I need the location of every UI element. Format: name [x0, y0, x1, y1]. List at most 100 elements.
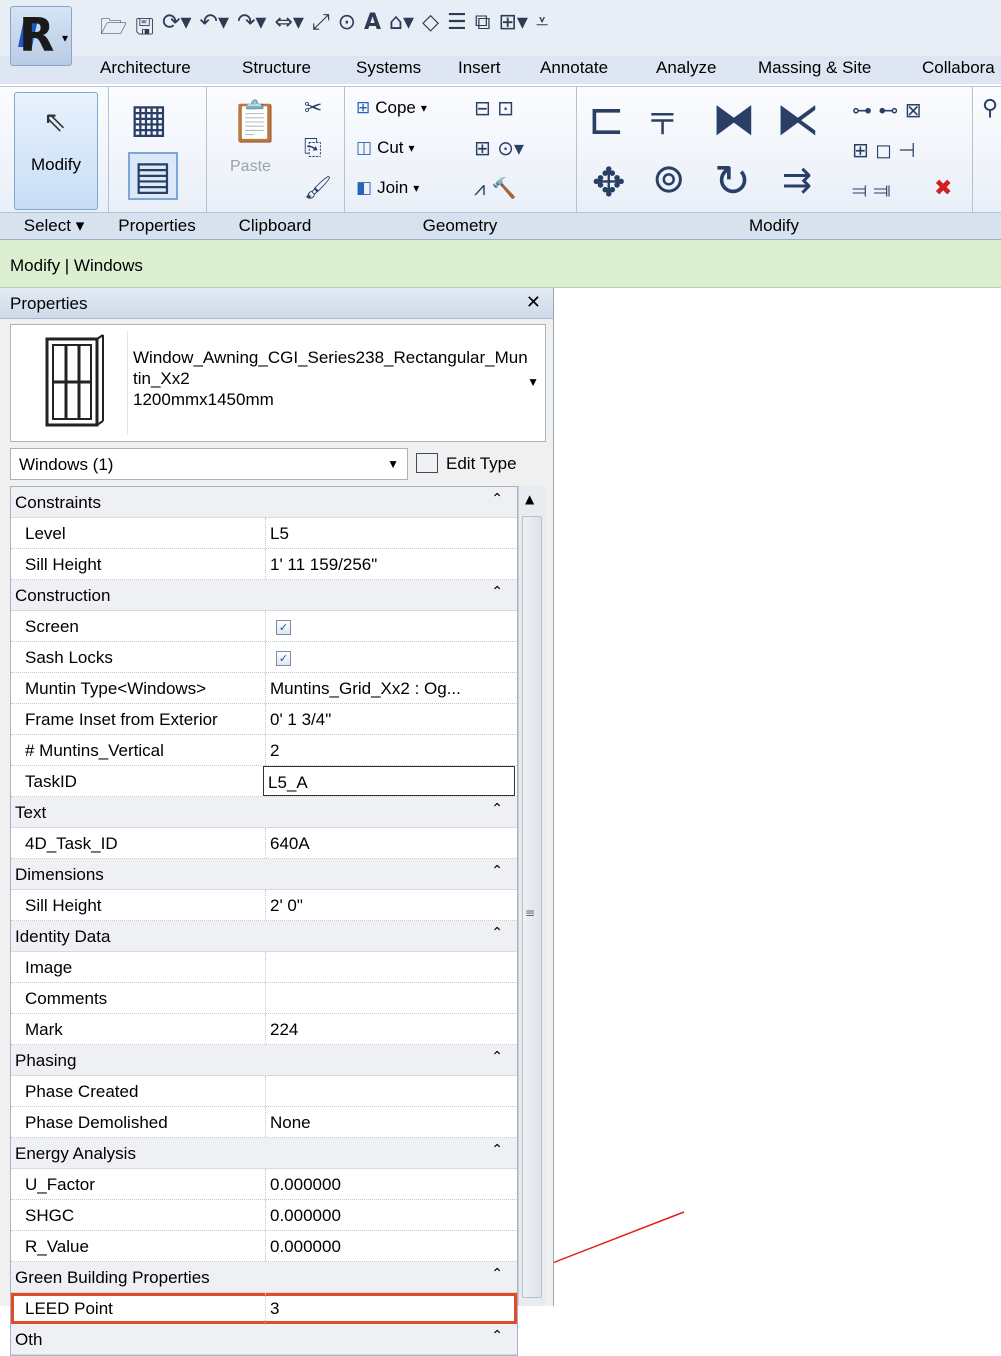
wall-joins-icon[interactable]: ⊟ ⊡ — [474, 96, 514, 120]
properties-title-bar[interactable]: Properties ✕ — [0, 288, 553, 319]
property-row[interactable]: Phase Demolished None — [11, 1107, 517, 1138]
property-row[interactable]: R_Value 0.000000 — [11, 1231, 517, 1262]
property-row[interactable]: U_Factor 0.000000 — [11, 1169, 517, 1200]
section-icon[interactable]: ◇ — [422, 10, 439, 48]
property-value-cell[interactable]: 0.000000 — [265, 1169, 517, 1199]
property-value-cell[interactable] — [265, 952, 517, 982]
property-row[interactable]: Comments — [11, 983, 517, 1014]
collapse-icon[interactable]: ⌃ — [491, 863, 503, 879]
property-value-cell[interactable]: ✓ — [265, 611, 517, 641]
property-row[interactable]: LEED Point 3 — [11, 1293, 517, 1324]
tab-structure[interactable]: Structure — [242, 58, 311, 78]
tab-massing-site[interactable]: Massing & Site — [758, 58, 871, 78]
view-icon[interactable]: ⚲ — [982, 96, 998, 121]
dimension-icon[interactable]: ⤢ — [312, 10, 330, 48]
application-menu-button[interactable]: R ▾ — [10, 6, 72, 66]
scroll-up-icon[interactable]: ▲ — [525, 492, 534, 506]
rotate-icon[interactable]: ↻ — [714, 156, 751, 207]
property-row[interactable]: Level L5 — [11, 518, 517, 549]
cut-clipboard-icon[interactable]: ✂ — [304, 96, 322, 121]
property-row[interactable]: Screen ✓ — [11, 611, 517, 642]
property-scrollbar[interactable]: ▲ ≡ — [518, 486, 545, 1306]
3d-view-icon[interactable]: ⌂▾ — [389, 10, 414, 48]
property-group-header[interactable]: Green Building Properties ⌃ — [11, 1262, 517, 1293]
property-group-header[interactable]: Construction ⌃ — [11, 580, 517, 611]
match-properties-icon[interactable]: 🖌 — [304, 176, 332, 201]
copy-element-icon[interactable]: ⊚ — [652, 156, 686, 202]
measure-icon[interactable]: ⇔▾ — [274, 10, 303, 48]
tag-icon[interactable]: ⊙ — [338, 10, 356, 48]
tab-collaborate[interactable]: Collabora — [922, 58, 995, 78]
property-row[interactable]: Muntin Type<Windows> Muntins_Grid_Xx2 : O… — [11, 673, 517, 704]
property-value-cell[interactable]: 2' 0" — [265, 890, 517, 920]
modify-button[interactable]: ⇖ Modify — [14, 92, 98, 210]
mirror-pick-axis-icon[interactable]: ⧓ — [712, 94, 756, 145]
property-row[interactable]: Image — [11, 952, 517, 983]
property-group-header[interactable]: Identity Data ⌃ — [11, 921, 517, 952]
sync-icon[interactable]: ⟳▾ — [162, 10, 191, 48]
property-row[interactable]: Sill Height 2' 0" — [11, 890, 517, 921]
offset-icon[interactable]: ⫧ — [650, 94, 675, 145]
thin-lines-icon[interactable]: ☰ — [447, 10, 467, 48]
property-value-cell[interactable]: 3 — [265, 1293, 517, 1323]
property-value-cell[interactable]: 224 — [265, 1014, 517, 1044]
property-row[interactable]: Mark 224 — [11, 1014, 517, 1045]
collapse-icon[interactable]: ⌃ — [491, 491, 503, 507]
contextual-tab-label[interactable]: Modify | Windows — [10, 256, 143, 276]
property-value-cell[interactable]: L5_A — [263, 766, 515, 796]
property-value-cell[interactable]: 0.000000 — [265, 1200, 517, 1230]
type-properties-icon[interactable]: ▦ — [130, 96, 168, 142]
property-group-header[interactable]: Energy Analysis ⌃ — [11, 1138, 517, 1169]
property-row[interactable]: 4D_Task_ID 640A — [11, 828, 517, 859]
instance-filter-dropdown[interactable]: Windows (1) ▼ — [10, 448, 408, 480]
property-row[interactable]: Sash Locks ✓ — [11, 642, 517, 673]
property-value-cell[interactable]: 2 — [265, 735, 517, 765]
pin-icon[interactable]: ⫤ ⫥ — [852, 178, 891, 202]
properties-toggle-icon[interactable]: ▤ — [128, 152, 178, 200]
property-value-cell[interactable]: Muntins_Grid_Xx2 : Og... — [265, 673, 517, 703]
tab-architecture[interactable]: Architecture — [100, 58, 191, 78]
open-icon[interactable]: 🗁 — [100, 10, 127, 48]
tab-annotate[interactable]: Annotate — [540, 58, 608, 78]
property-row[interactable]: Frame Inset from Exterior 0' 1 3/4" — [11, 704, 517, 735]
collapse-icon[interactable]: ⌃ — [491, 925, 503, 941]
array-icon[interactable]: ⊞ ◻ ⊣ — [852, 138, 916, 162]
undo-icon[interactable]: ↶▾ — [200, 10, 229, 48]
save-icon[interactable]: 🖫 — [135, 10, 154, 48]
switch-windows-icon[interactable]: ⊞▾ — [498, 10, 527, 48]
delete-icon[interactable]: ✖ — [934, 176, 952, 201]
close-icon[interactable]: ✕ — [526, 292, 541, 313]
collapse-icon[interactable]: ⌃ — [491, 801, 503, 817]
align-icon[interactable]: ⊏ — [588, 94, 625, 145]
property-value-cell[interactable]: 640A — [265, 828, 517, 858]
property-value-cell[interactable]: L5 — [265, 518, 517, 548]
property-row[interactable]: TaskID L5_A — [11, 766, 517, 797]
trim-extend-icon[interactable]: ⇉ — [782, 160, 812, 201]
close-windows-icon[interactable]: ⧉ — [475, 10, 491, 48]
property-group-header[interactable]: Dimensions ⌃ — [11, 859, 517, 890]
redo-icon[interactable]: ↷▾ — [237, 10, 266, 48]
property-value-cell[interactable] — [265, 1076, 517, 1106]
property-value-cell[interactable]: 0' 1 3/4" — [265, 704, 517, 734]
customize-qat-icon[interactable]: ⩡ — [536, 10, 548, 48]
split-face-icon[interactable]: ⊞ ⊙▾ — [474, 136, 524, 160]
type-selector[interactable]: Window_Awning_CGI_Series238_Rectangular_… — [10, 324, 546, 442]
move-icon[interactable]: ✥ — [592, 160, 626, 206]
tab-insert[interactable]: Insert — [458, 58, 501, 78]
text-icon[interactable]: A — [364, 10, 381, 48]
join-button[interactable]: ◧ Join ▾ — [356, 178, 419, 198]
property-value-cell[interactable] — [265, 983, 517, 1013]
mirror-draw-axis-icon[interactable]: ⧔ — [776, 94, 820, 145]
property-value-cell[interactable]: None — [265, 1107, 517, 1137]
property-group-header[interactable]: Phasing ⌃ — [11, 1045, 517, 1076]
demolish-icon[interactable]: ⩘ 🔨 — [474, 176, 517, 200]
collapse-icon[interactable]: ⌃ — [491, 1328, 503, 1344]
edit-type-button[interactable]: Edit Type — [416, 448, 536, 478]
collapse-icon[interactable]: ⌃ — [491, 1142, 503, 1158]
property-group-header[interactable]: Constraints ⌃ — [11, 487, 517, 518]
collapse-icon[interactable]: ⌃ — [491, 584, 503, 600]
property-row[interactable]: Phase Created — [11, 1076, 517, 1107]
property-value-cell[interactable]: 0.000000 — [265, 1231, 517, 1261]
tab-analyze[interactable]: Analyze — [656, 58, 716, 78]
property-group-header[interactable]: Text ⌃ — [11, 797, 517, 828]
